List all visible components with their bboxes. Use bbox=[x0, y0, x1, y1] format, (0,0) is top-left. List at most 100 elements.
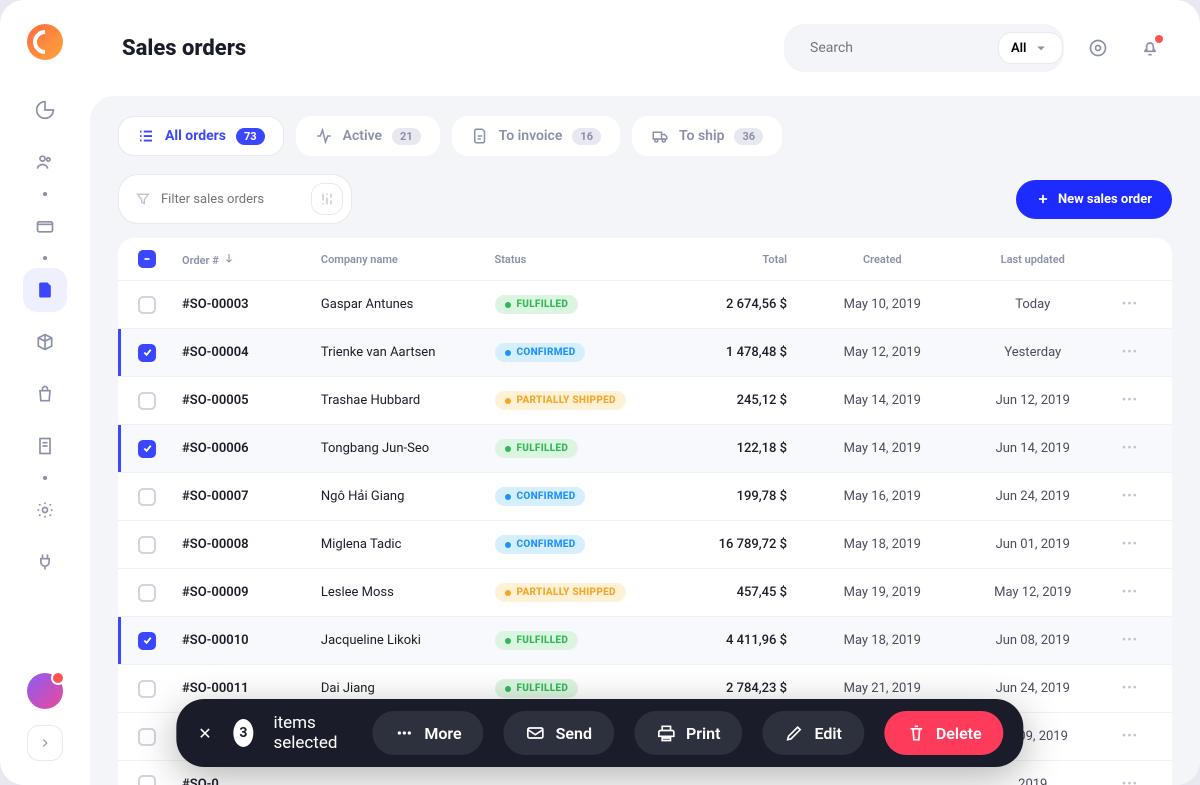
row-more-button[interactable]: ••• bbox=[1108, 585, 1152, 600]
cell-updated: Jun 08, 2019 bbox=[958, 633, 1108, 648]
row-checkbox[interactable] bbox=[138, 632, 156, 650]
cell-status: FULFILLED bbox=[495, 295, 669, 314]
nav-orders[interactable] bbox=[23, 268, 67, 312]
row-checkbox[interactable] bbox=[138, 392, 156, 410]
table-row[interactable]: #SO-00007Ngô Hải GiangCONFIRMED199,78 $M… bbox=[118, 472, 1172, 520]
nav-separator bbox=[43, 192, 47, 196]
cell-total: 245,12 $ bbox=[668, 393, 807, 408]
cell-company: Trashae Hubbard bbox=[321, 393, 495, 408]
content-area: All orders 73 Active 21 To invoice 16 To… bbox=[90, 96, 1200, 785]
new-sales-order-button[interactable]: New sales order bbox=[1016, 180, 1172, 219]
cell-total: 1 478,48 $ bbox=[668, 345, 807, 360]
table-row[interactable]: #SO-00010Jacqueline LikokiFULFILLED4 411… bbox=[118, 616, 1172, 664]
row-checkbox[interactable] bbox=[138, 728, 156, 746]
th-status[interactable]: Status bbox=[495, 253, 669, 266]
cell-company: Tongbang Jun-Seo bbox=[321, 441, 495, 456]
table-row[interactable]: #SO-00008Miglena TadicCONFIRMED16 789,72… bbox=[118, 520, 1172, 568]
document-icon bbox=[35, 280, 55, 300]
table-row[interactable]: #SO-00009Leslee MossPARTIALLY SHIPPED457… bbox=[118, 568, 1172, 616]
search-input[interactable] bbox=[810, 40, 988, 56]
filter-settings-button[interactable] bbox=[311, 183, 343, 215]
cell-created: May 14, 2019 bbox=[807, 441, 957, 456]
chevron-right-icon bbox=[38, 736, 52, 750]
table-row[interactable]: #SO-00004Trienke van AartsenCONFIRMED1 4… bbox=[118, 328, 1172, 376]
row-checkbox[interactable] bbox=[138, 775, 156, 785]
tab-active[interactable]: Active 21 bbox=[296, 116, 440, 156]
nav-dashboard[interactable] bbox=[23, 88, 67, 132]
row-checkbox[interactable] bbox=[138, 584, 156, 602]
row-more-button[interactable]: ••• bbox=[1108, 633, 1152, 648]
search-filter[interactable]: All bbox=[998, 32, 1063, 64]
cell-status: CONFIRMED bbox=[495, 535, 669, 554]
plug-icon bbox=[35, 552, 55, 572]
sliders-icon bbox=[319, 191, 335, 207]
funnel-icon bbox=[135, 191, 151, 207]
tabs: All orders 73 Active 21 To invoice 16 To… bbox=[118, 116, 1172, 156]
notifications-button[interactable] bbox=[1132, 30, 1168, 66]
status-badge: FULFILLED bbox=[495, 295, 579, 314]
row-checkbox[interactable] bbox=[138, 440, 156, 458]
cell-total: 199,78 $ bbox=[668, 489, 807, 504]
cell-total: 122,18 $ bbox=[668, 441, 807, 456]
cell-company: Jacqueline Likoki bbox=[321, 633, 495, 648]
row-more-button[interactable]: ••• bbox=[1108, 297, 1152, 312]
row-checkbox[interactable] bbox=[138, 296, 156, 314]
help-button[interactable] bbox=[1080, 30, 1116, 66]
row-more-button[interactable]: ••• bbox=[1108, 441, 1152, 456]
nav-integrations[interactable] bbox=[23, 540, 67, 584]
nav-products[interactable] bbox=[23, 320, 67, 364]
global-search[interactable]: All bbox=[784, 24, 1064, 72]
nav-shopping[interactable] bbox=[23, 372, 67, 416]
edit-button[interactable]: Edit bbox=[762, 711, 863, 755]
row-checkbox[interactable] bbox=[138, 488, 156, 506]
cell-total: 457,45 $ bbox=[668, 585, 807, 600]
delete-button[interactable]: Delete bbox=[884, 711, 1004, 755]
more-button[interactable]: More bbox=[372, 711, 483, 755]
filter-input-wrap[interactable] bbox=[118, 174, 352, 224]
cell-total: 2 784,23 $ bbox=[668, 681, 807, 696]
nav-settings[interactable] bbox=[23, 488, 67, 532]
row-checkbox[interactable] bbox=[138, 680, 156, 698]
th-updated[interactable]: Last updated bbox=[958, 253, 1108, 266]
tab-to-ship[interactable]: To ship 36 bbox=[632, 116, 782, 156]
print-button[interactable]: Print bbox=[634, 711, 743, 755]
actionbar-count: 3 bbox=[233, 719, 253, 747]
cell-order-id: #SO-00003 bbox=[182, 297, 321, 312]
tab-all-orders[interactable]: All orders 73 bbox=[118, 116, 284, 156]
cell-created: May 10, 2019 bbox=[807, 297, 957, 312]
tab-to-invoice[interactable]: To invoice 16 bbox=[452, 116, 620, 156]
mail-icon bbox=[526, 723, 546, 743]
tab-label: All orders bbox=[165, 128, 226, 144]
user-avatar[interactable] bbox=[27, 673, 63, 709]
row-checkbox[interactable] bbox=[138, 344, 156, 362]
th-created[interactable]: Created bbox=[807, 253, 957, 266]
nav-receipts[interactable] bbox=[23, 424, 67, 468]
row-more-button[interactable]: ••• bbox=[1108, 489, 1152, 504]
cell-status: FULFILLED bbox=[495, 439, 669, 458]
nav-team[interactable] bbox=[23, 140, 67, 184]
filter-input[interactable] bbox=[161, 192, 301, 207]
cell-created: May 19, 2019 bbox=[807, 585, 957, 600]
table-row[interactable]: #SO-00003Gaspar AntunesFULFILLED2 674,56… bbox=[118, 280, 1172, 328]
th-total[interactable]: Total bbox=[668, 253, 807, 266]
row-more-button[interactable]: ••• bbox=[1108, 681, 1152, 696]
th-company[interactable]: Company name bbox=[321, 253, 495, 266]
row-more-button[interactable]: ••• bbox=[1108, 537, 1152, 552]
row-more-button[interactable]: ••• bbox=[1108, 777, 1152, 785]
cell-created: May 14, 2019 bbox=[807, 393, 957, 408]
row-checkbox[interactable] bbox=[138, 536, 156, 554]
row-more-button[interactable]: ••• bbox=[1108, 345, 1152, 360]
sidebar-expand[interactable] bbox=[27, 725, 63, 761]
nav-wallet[interactable] bbox=[23, 204, 67, 248]
status-badge: PARTIALLY SHIPPED bbox=[495, 391, 626, 410]
table-row[interactable]: #SO-00006Tongbang Jun-SeoFULFILLED122,18… bbox=[118, 424, 1172, 472]
select-all-checkbox[interactable] bbox=[138, 250, 156, 268]
row-more-button[interactable]: ••• bbox=[1108, 729, 1152, 744]
send-button[interactable]: Send bbox=[504, 711, 614, 755]
table-row[interactable]: #SO-00005Trashae HubbardPARTIALLY SHIPPE… bbox=[118, 376, 1172, 424]
actionbar-close[interactable]: ✕ bbox=[196, 724, 213, 743]
gear-icon bbox=[35, 500, 55, 520]
row-more-button[interactable]: ••• bbox=[1108, 393, 1152, 408]
th-order[interactable]: Order # bbox=[182, 252, 321, 267]
cell-order-id: #SO-00004 bbox=[182, 345, 321, 360]
